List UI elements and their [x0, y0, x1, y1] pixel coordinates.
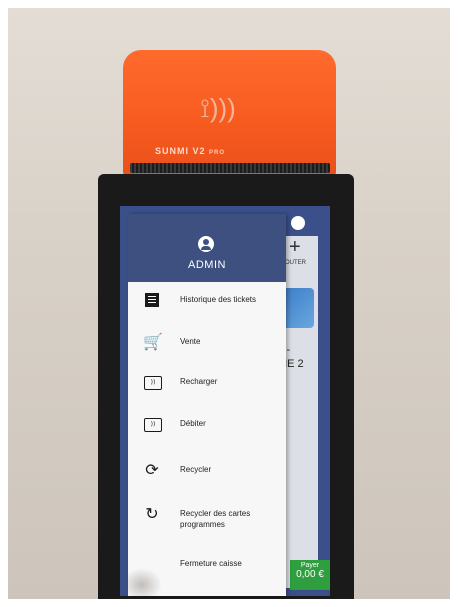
receipt-printer-slot: [130, 163, 330, 173]
menu-item-label: Recharger: [180, 377, 218, 386]
menu-item-debiter[interactable]: )) Débiter: [128, 410, 286, 440]
menu-item-label: Débiter: [180, 419, 206, 428]
menu-item-historique[interactable]: Historique des tickets: [128, 286, 286, 316]
device-brand: SUNMI V2 PRO: [155, 146, 226, 156]
drawer-header: ADMIN: [128, 214, 286, 282]
menu-item-recycler[interactable]: ⟳ Recycler: [128, 456, 286, 486]
account-circle-icon: [198, 236, 214, 252]
menu-item-recycler-cartes[interactable]: ↻ Recycler des cartes programmes: [128, 500, 286, 540]
photo-background: ⟟))) SUNMI V2 PRO + AJOUTER O- ME 2 Paye…: [8, 8, 450, 599]
menu-item-vente[interactable]: 🛒 Vente: [128, 328, 286, 358]
recycle-arrows-icon: ⟳: [145, 460, 159, 479]
receipt-list-icon: [145, 293, 159, 307]
menu-item-label: Vente: [180, 337, 201, 346]
menu-item-recharger[interactable]: )) Recharger: [128, 368, 286, 398]
nfc-card-icon: )): [144, 418, 162, 432]
device-model-suffix: PRO: [209, 150, 226, 156]
nfc-card-icon: )): [144, 376, 162, 390]
pay-button[interactable]: Payer 0,00 €: [290, 560, 330, 590]
pay-button-total: 0,00 €: [296, 569, 324, 580]
contactless-payment-icon: ⟟))): [200, 93, 236, 123]
plus-icon[interactable]: +: [289, 236, 301, 259]
menu-item-label: Historique des tickets: [180, 295, 257, 304]
recycle-arrow-icon: ↻: [145, 504, 159, 523]
user-avatar-icon[interactable]: [291, 216, 305, 230]
finger-shadow: [128, 568, 162, 596]
menu-item-label: Fermeture caisse: [180, 559, 242, 568]
navigation-drawer: ADMIN Historique des tickets 🛒 Vente )) …: [128, 214, 286, 596]
menu-item-label: Recycler: [180, 465, 212, 474]
cart-add-icon: 🛒: [143, 332, 163, 351]
menu-item-label: Recycler des cartes programmes: [180, 509, 251, 529]
drawer-user-label: ADMIN: [188, 259, 226, 271]
pay-button-label: Payer: [300, 562, 320, 569]
